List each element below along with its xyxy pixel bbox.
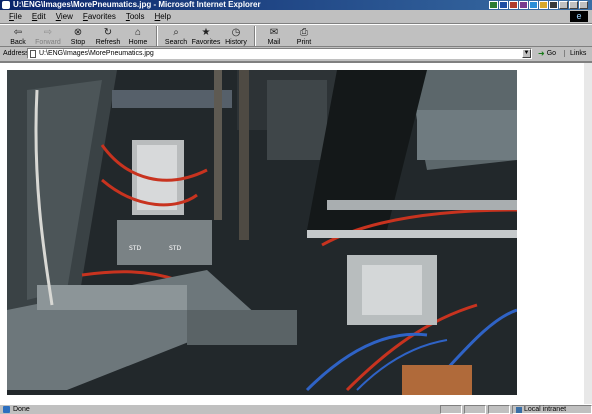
- photo-label-right: STD: [169, 245, 181, 252]
- status-panel: [440, 405, 462, 414]
- mail-icon: ✉: [269, 27, 279, 38]
- intranet-zone-icon: [516, 406, 522, 413]
- address-dropdown-button[interactable]: ▼: [522, 49, 531, 58]
- security-zone: Local intranet: [512, 405, 592, 414]
- status-panel: [464, 405, 486, 414]
- print-button[interactable]: ⎙ Print: [289, 25, 319, 47]
- home-label: Home: [128, 39, 148, 46]
- address-bar: Address U:\ENG\Images\MorePneumatics.jpg…: [0, 47, 592, 60]
- status-text: Done: [13, 406, 30, 413]
- search-button[interactable]: ⌕ Search: [161, 25, 191, 47]
- stop-label: Stop: [70, 39, 86, 46]
- favorites-label: Favorites: [191, 39, 221, 46]
- back-button[interactable]: ⇦ Back: [3, 25, 33, 47]
- search-icon: ⌕: [173, 27, 179, 38]
- ie-page-icon: [2, 1, 10, 9]
- home-icon: ⌂: [134, 27, 142, 38]
- pneumatics-photo: STD STD: [7, 70, 517, 395]
- search-label: Search: [164, 39, 188, 46]
- stop-button[interactable]: ⊗ Stop: [63, 25, 93, 47]
- toolbar-separator: [254, 26, 256, 46]
- home-button[interactable]: ⌂ Home: [123, 25, 153, 47]
- ie-launch-icon[interactable]: [529, 1, 538, 9]
- menu-edit[interactable]: Edit: [27, 12, 51, 21]
- address-value: U:\ENG\Images\MorePneumatics.jpg: [39, 50, 154, 57]
- back-label: Back: [10, 39, 26, 46]
- history-icon: ◷: [231, 27, 241, 38]
- access-icon[interactable]: [519, 1, 528, 9]
- address-label: Address: [3, 50, 29, 57]
- favorites-icon: ★: [201, 27, 211, 38]
- go-button[interactable]: ➜ Go: [538, 49, 556, 58]
- refresh-button[interactable]: ↻ Refresh: [93, 25, 123, 47]
- outlook-icon[interactable]: [539, 1, 548, 9]
- forward-button[interactable]: ⇨ Forward: [33, 25, 63, 47]
- mail-label: Mail: [267, 39, 281, 46]
- word-icon[interactable]: [499, 1, 508, 9]
- ie-throbber-icon: e: [570, 11, 588, 22]
- toolbar-separator: [156, 26, 158, 46]
- forward-arrow-icon: ⇨: [43, 27, 53, 38]
- quick-launch-tray: [489, 0, 592, 10]
- history-label: History: [225, 39, 247, 46]
- standard-toolbar: ⇦ Back ⇨ Forward ⊗ Stop ↻ Refresh ⌂ Home…: [0, 24, 592, 47]
- zone-label: Local intranet: [524, 406, 567, 413]
- menu-help[interactable]: Help: [150, 12, 176, 21]
- mail-button[interactable]: ✉ Mail: [259, 25, 289, 47]
- refresh-label: Refresh: [95, 39, 121, 46]
- stop-icon: ⊗: [73, 27, 83, 38]
- address-input[interactable]: U:\ENG\Images\MorePneumatics.jpg ▼: [27, 48, 532, 59]
- history-button[interactable]: ◷ History: [221, 25, 251, 47]
- machinery-image: STD STD: [7, 70, 517, 395]
- favorites-button[interactable]: ★ Favorites: [191, 25, 221, 47]
- back-arrow-icon: ⇦: [13, 27, 23, 38]
- menu-bar: File Edit View Favorites Tools Help e: [0, 10, 592, 24]
- photo-label-left: STD: [129, 245, 141, 252]
- desktop-icon[interactable]: [549, 1, 558, 9]
- page-done-icon: [3, 406, 10, 413]
- go-arrow-icon: ➜: [538, 49, 545, 58]
- links-button[interactable]: Links: [564, 50, 586, 57]
- print-icon: ⎙: [300, 27, 308, 38]
- forward-label: Forward: [35, 39, 61, 46]
- vertical-scroll-track[interactable]: [584, 63, 592, 404]
- menu-tools[interactable]: Tools: [121, 12, 150, 21]
- refresh-icon: ↻: [103, 27, 113, 38]
- print-label: Print: [296, 39, 312, 46]
- status-bar: Done Local intranet: [0, 404, 592, 414]
- menu-favorites[interactable]: Favorites: [78, 12, 121, 21]
- status-panel: [488, 405, 510, 414]
- powerpoint-icon[interactable]: [509, 1, 518, 9]
- go-label: Go: [546, 50, 557, 57]
- document-area: STD STD: [0, 61, 592, 404]
- window-title: U:\ENG\Images\MorePneumatics.jpg - Micro…: [13, 0, 261, 9]
- menu-view[interactable]: View: [51, 12, 78, 21]
- title-bar: U:\ENG\Images\MorePneumatics.jpg - Micro…: [0, 0, 592, 10]
- menu-file[interactable]: File: [4, 12, 27, 21]
- close-button[interactable]: [579, 1, 588, 9]
- minimize-button[interactable]: [559, 1, 568, 9]
- excel-icon[interactable]: [489, 1, 498, 9]
- maximize-button[interactable]: [569, 1, 578, 9]
- page-icon: [30, 49, 36, 58]
